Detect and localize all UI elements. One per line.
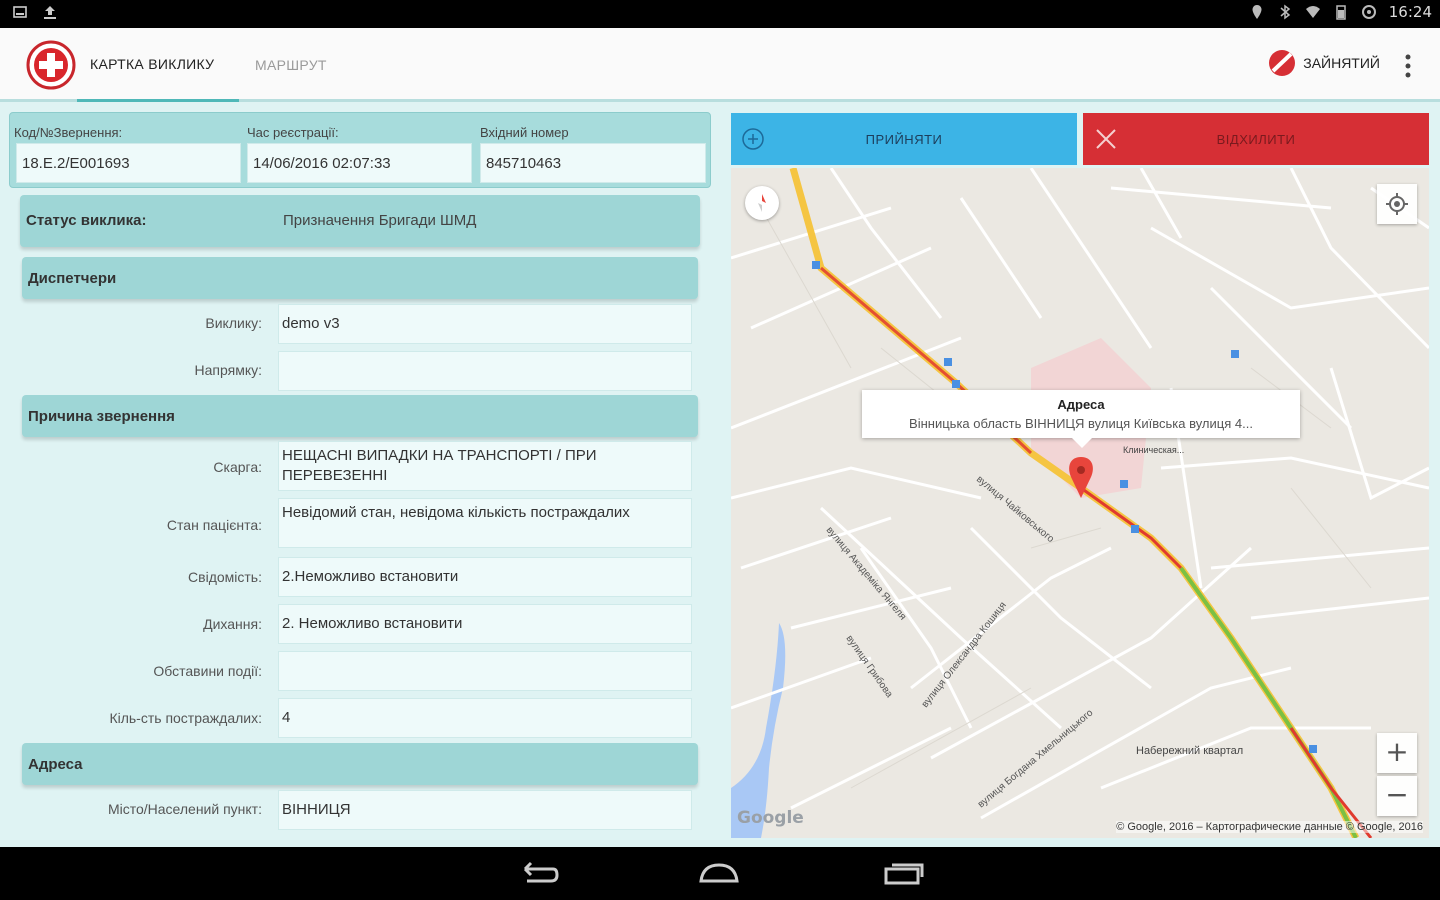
registration-time-value[interactable]: 14/06/2016 02:07:33 [247, 143, 472, 183]
map-attribution: © Google, 2016 – Картографические данные… [1116, 821, 1423, 833]
section-reason: Причина звернення [22, 395, 698, 437]
busy-status-icon [1269, 50, 1296, 76]
dispatcher-call-field[interactable]: demo v3 [278, 304, 692, 344]
bluetooth-icon [1280, 4, 1290, 20]
accept-button[interactable]: ПРИЙНЯТИ [731, 113, 1077, 165]
busy-status-button[interactable]: ЗАЙНЯТИЙ [1267, 48, 1380, 78]
map-info-window[interactable]: Адреса Вінницька область ВІННИЦЯ вулиця … [862, 390, 1300, 448]
victims-count-field[interactable]: 4 [278, 698, 692, 738]
complaint-field[interactable]: НЕЩАСНІ ВИПАДКИ НА ТРАНСПОРТІ / ПРИ ПЕРЕ… [278, 441, 692, 491]
poi-quarter-label: Набережний квартал [1136, 745, 1244, 757]
call-header-fields: Код/№Звернення: 18.E.2/E001693 Час реєст… [9, 112, 711, 188]
crosshair-icon [1386, 193, 1408, 215]
tab-route[interactable]: МАРШРУТ [255, 28, 327, 102]
poi-clinic-label: Клиническая... [1123, 445, 1185, 455]
section-dispatchers: Диспетчери [22, 257, 698, 299]
wifi-icon [1305, 6, 1320, 18]
map-base: вулиця Чайковського вулиця Академіка Янг… [731, 168, 1429, 838]
map-view[interactable]: вулиця Чайковського вулиця Академіка Янг… [731, 168, 1429, 838]
tab-call-card[interactable]: КАРТКА ВИКЛИКУ [77, 28, 239, 102]
compass-icon [758, 194, 766, 212]
call-card-panel: Код/№Звернення: 18.E.2/E001693 Час реєст… [0, 105, 720, 845]
system-status-bar: 16:24 [0, 0, 1440, 28]
more-vert-icon[interactable] [1400, 52, 1416, 80]
city-field[interactable]: ВІННИЦЯ [278, 790, 692, 830]
sync-icon [1361, 5, 1376, 19]
call-status-value: Призначення Бригади ШМД [283, 212, 477, 229]
section-address: Адреса [22, 743, 698, 785]
breathing-field[interactable]: 2. Неможливо встановити [278, 604, 692, 644]
call-code-value[interactable]: 18.E.2/E001693 [16, 143, 241, 183]
reject-button[interactable]: ВІДХИЛИТИ [1083, 113, 1429, 165]
home-icon[interactable] [697, 861, 741, 887]
system-navigation-bar [0, 847, 1440, 900]
zoom-in-button[interactable]: + [1377, 733, 1417, 773]
recent-apps-icon[interactable] [880, 861, 924, 887]
accept-plus-circle-icon [742, 128, 764, 150]
circumstances-field[interactable] [278, 651, 692, 691]
app-bar: КАРТКА ВИКЛИКУ МАРШРУТ ЗАЙНЯТИЙ [0, 28, 1440, 102]
battery-icon [1336, 5, 1346, 20]
consciousness-field[interactable]: 2.Неможливо встановити [278, 557, 692, 597]
ambulance-cross-logo [26, 40, 76, 90]
back-icon[interactable] [515, 861, 559, 887]
dispatcher-direction-field[interactable] [278, 351, 692, 391]
upload-icon [44, 6, 56, 19]
zoom-out-button[interactable]: − [1377, 776, 1417, 816]
google-logo: Google [737, 808, 804, 828]
location-icon [1252, 5, 1262, 19]
my-location-button[interactable] [1377, 184, 1417, 224]
screenshot-icon [13, 6, 27, 18]
compass-button[interactable] [745, 186, 779, 220]
close-icon [1096, 129, 1116, 149]
call-status-row: Статус виклика: Призначення Бригади ШМД [20, 195, 700, 247]
street-label: вулиця Чайковського [974, 474, 1056, 545]
incoming-number-value[interactable]: 845710463 [480, 143, 706, 183]
patient-state-field[interactable]: Невідомий стан, невідома кількість постр… [278, 498, 692, 548]
clock: 16:24 [1388, 3, 1432, 21]
